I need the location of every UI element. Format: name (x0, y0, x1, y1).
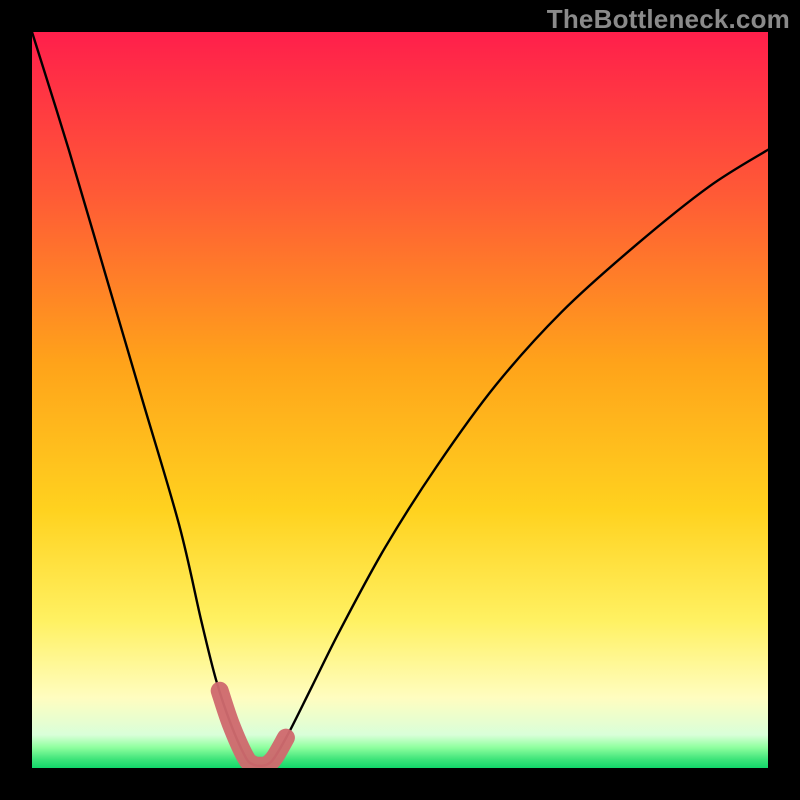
watermark: TheBottleneck.com (547, 4, 790, 35)
chart-plot-area (32, 32, 768, 768)
chart-svg (32, 32, 768, 768)
chart-frame: TheBottleneck.com (0, 0, 800, 800)
